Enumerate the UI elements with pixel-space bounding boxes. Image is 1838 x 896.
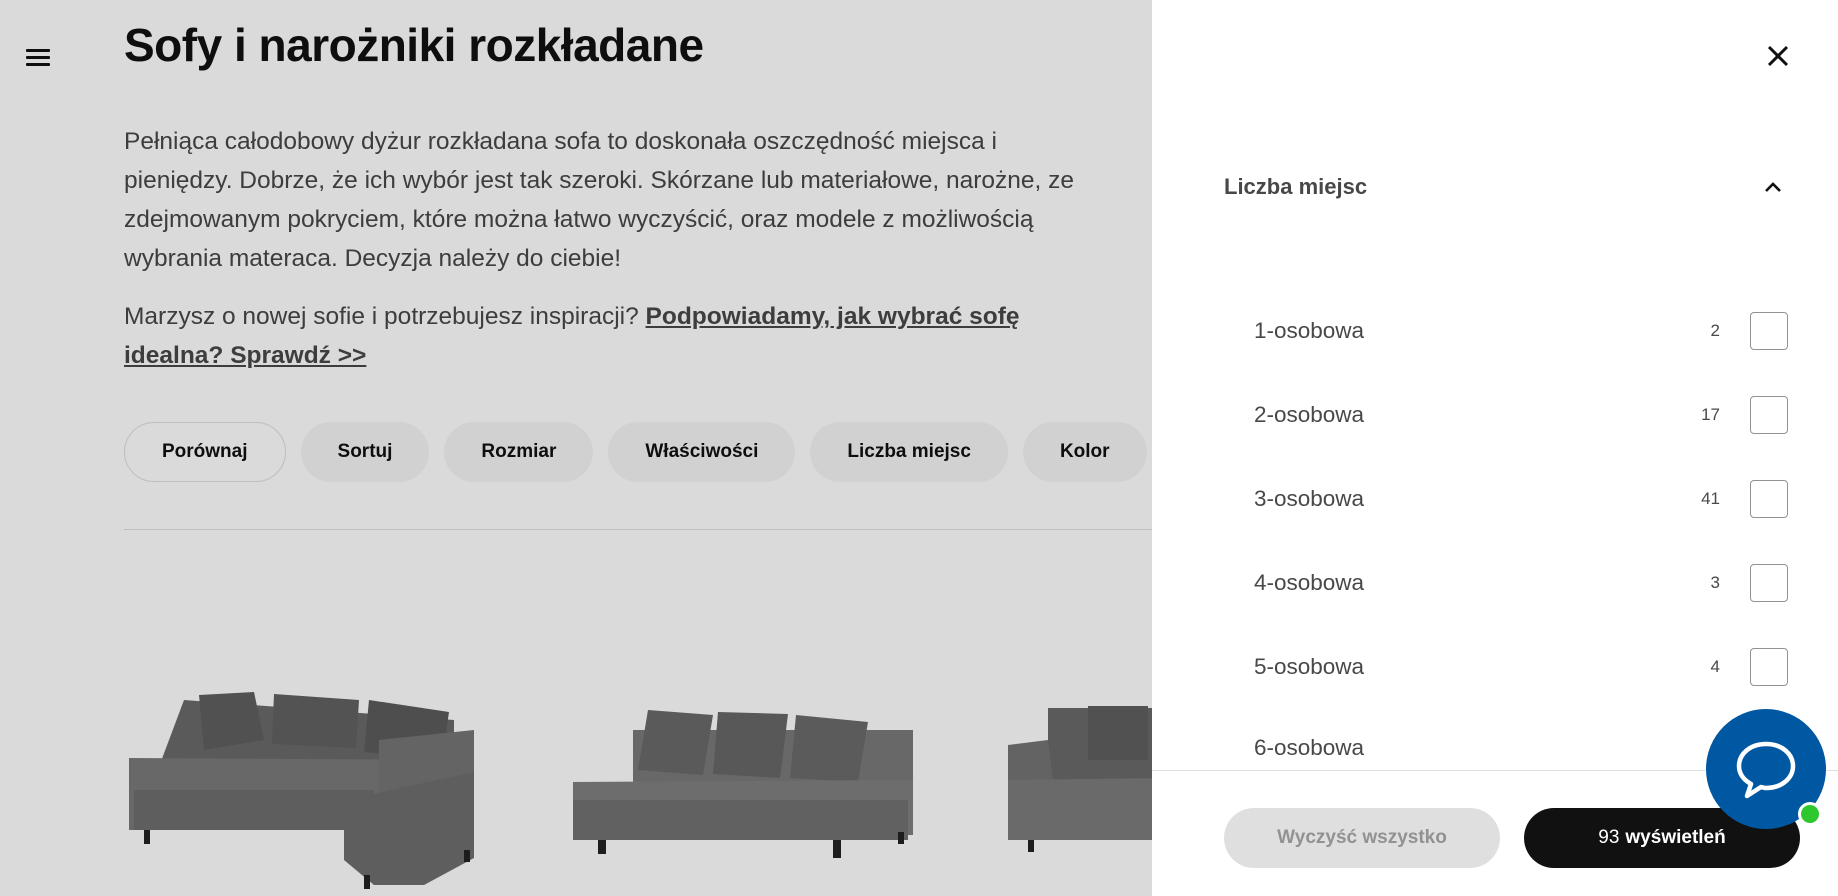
seat-option-1[interactable]: 1-osobowa 2: [1254, 311, 1794, 351]
seats-section-title[interactable]: Liczba miejsc: [1224, 174, 1367, 200]
option-count: 3: [1710, 573, 1720, 592]
option-count: 17: [1701, 405, 1720, 424]
option-label: 5-osobowa: [1254, 654, 1365, 679]
results-label: wyświetleń: [1625, 827, 1726, 848]
option-checkbox[interactable]: [1750, 648, 1788, 686]
option-count: 41: [1701, 489, 1720, 508]
chevron-up-icon[interactable]: [1760, 174, 1786, 200]
option-checkbox[interactable]: [1750, 564, 1788, 602]
online-status-indicator: [1798, 802, 1822, 826]
results-count: 93: [1598, 827, 1620, 848]
seat-option-5[interactable]: 5-osobowa 4: [1254, 647, 1794, 687]
option-label: 3-osobowa: [1254, 486, 1365, 511]
option-label: 4-osobowa: [1254, 570, 1365, 595]
clear-all-button[interactable]: Wyczyść wszystko: [1224, 808, 1500, 868]
option-count: 4: [1710, 657, 1720, 676]
close-icon[interactable]: [1758, 36, 1798, 76]
seat-option-4[interactable]: 4-osobowa 3: [1254, 563, 1794, 603]
option-label: 2-osobowa: [1254, 402, 1365, 427]
seat-option-2[interactable]: 2-osobowa 17: [1254, 395, 1794, 435]
option-checkbox[interactable]: [1750, 396, 1788, 434]
option-checkbox[interactable]: [1750, 312, 1788, 350]
option-label: 1-osobowa: [1254, 318, 1365, 343]
seat-option-3[interactable]: 3-osobowa 41: [1254, 479, 1794, 519]
option-checkbox[interactable]: [1750, 480, 1788, 518]
option-count: 2: [1710, 321, 1720, 340]
option-label: 6-osobowa: [1254, 735, 1365, 760]
chat-bubble-icon: [1736, 741, 1796, 799]
